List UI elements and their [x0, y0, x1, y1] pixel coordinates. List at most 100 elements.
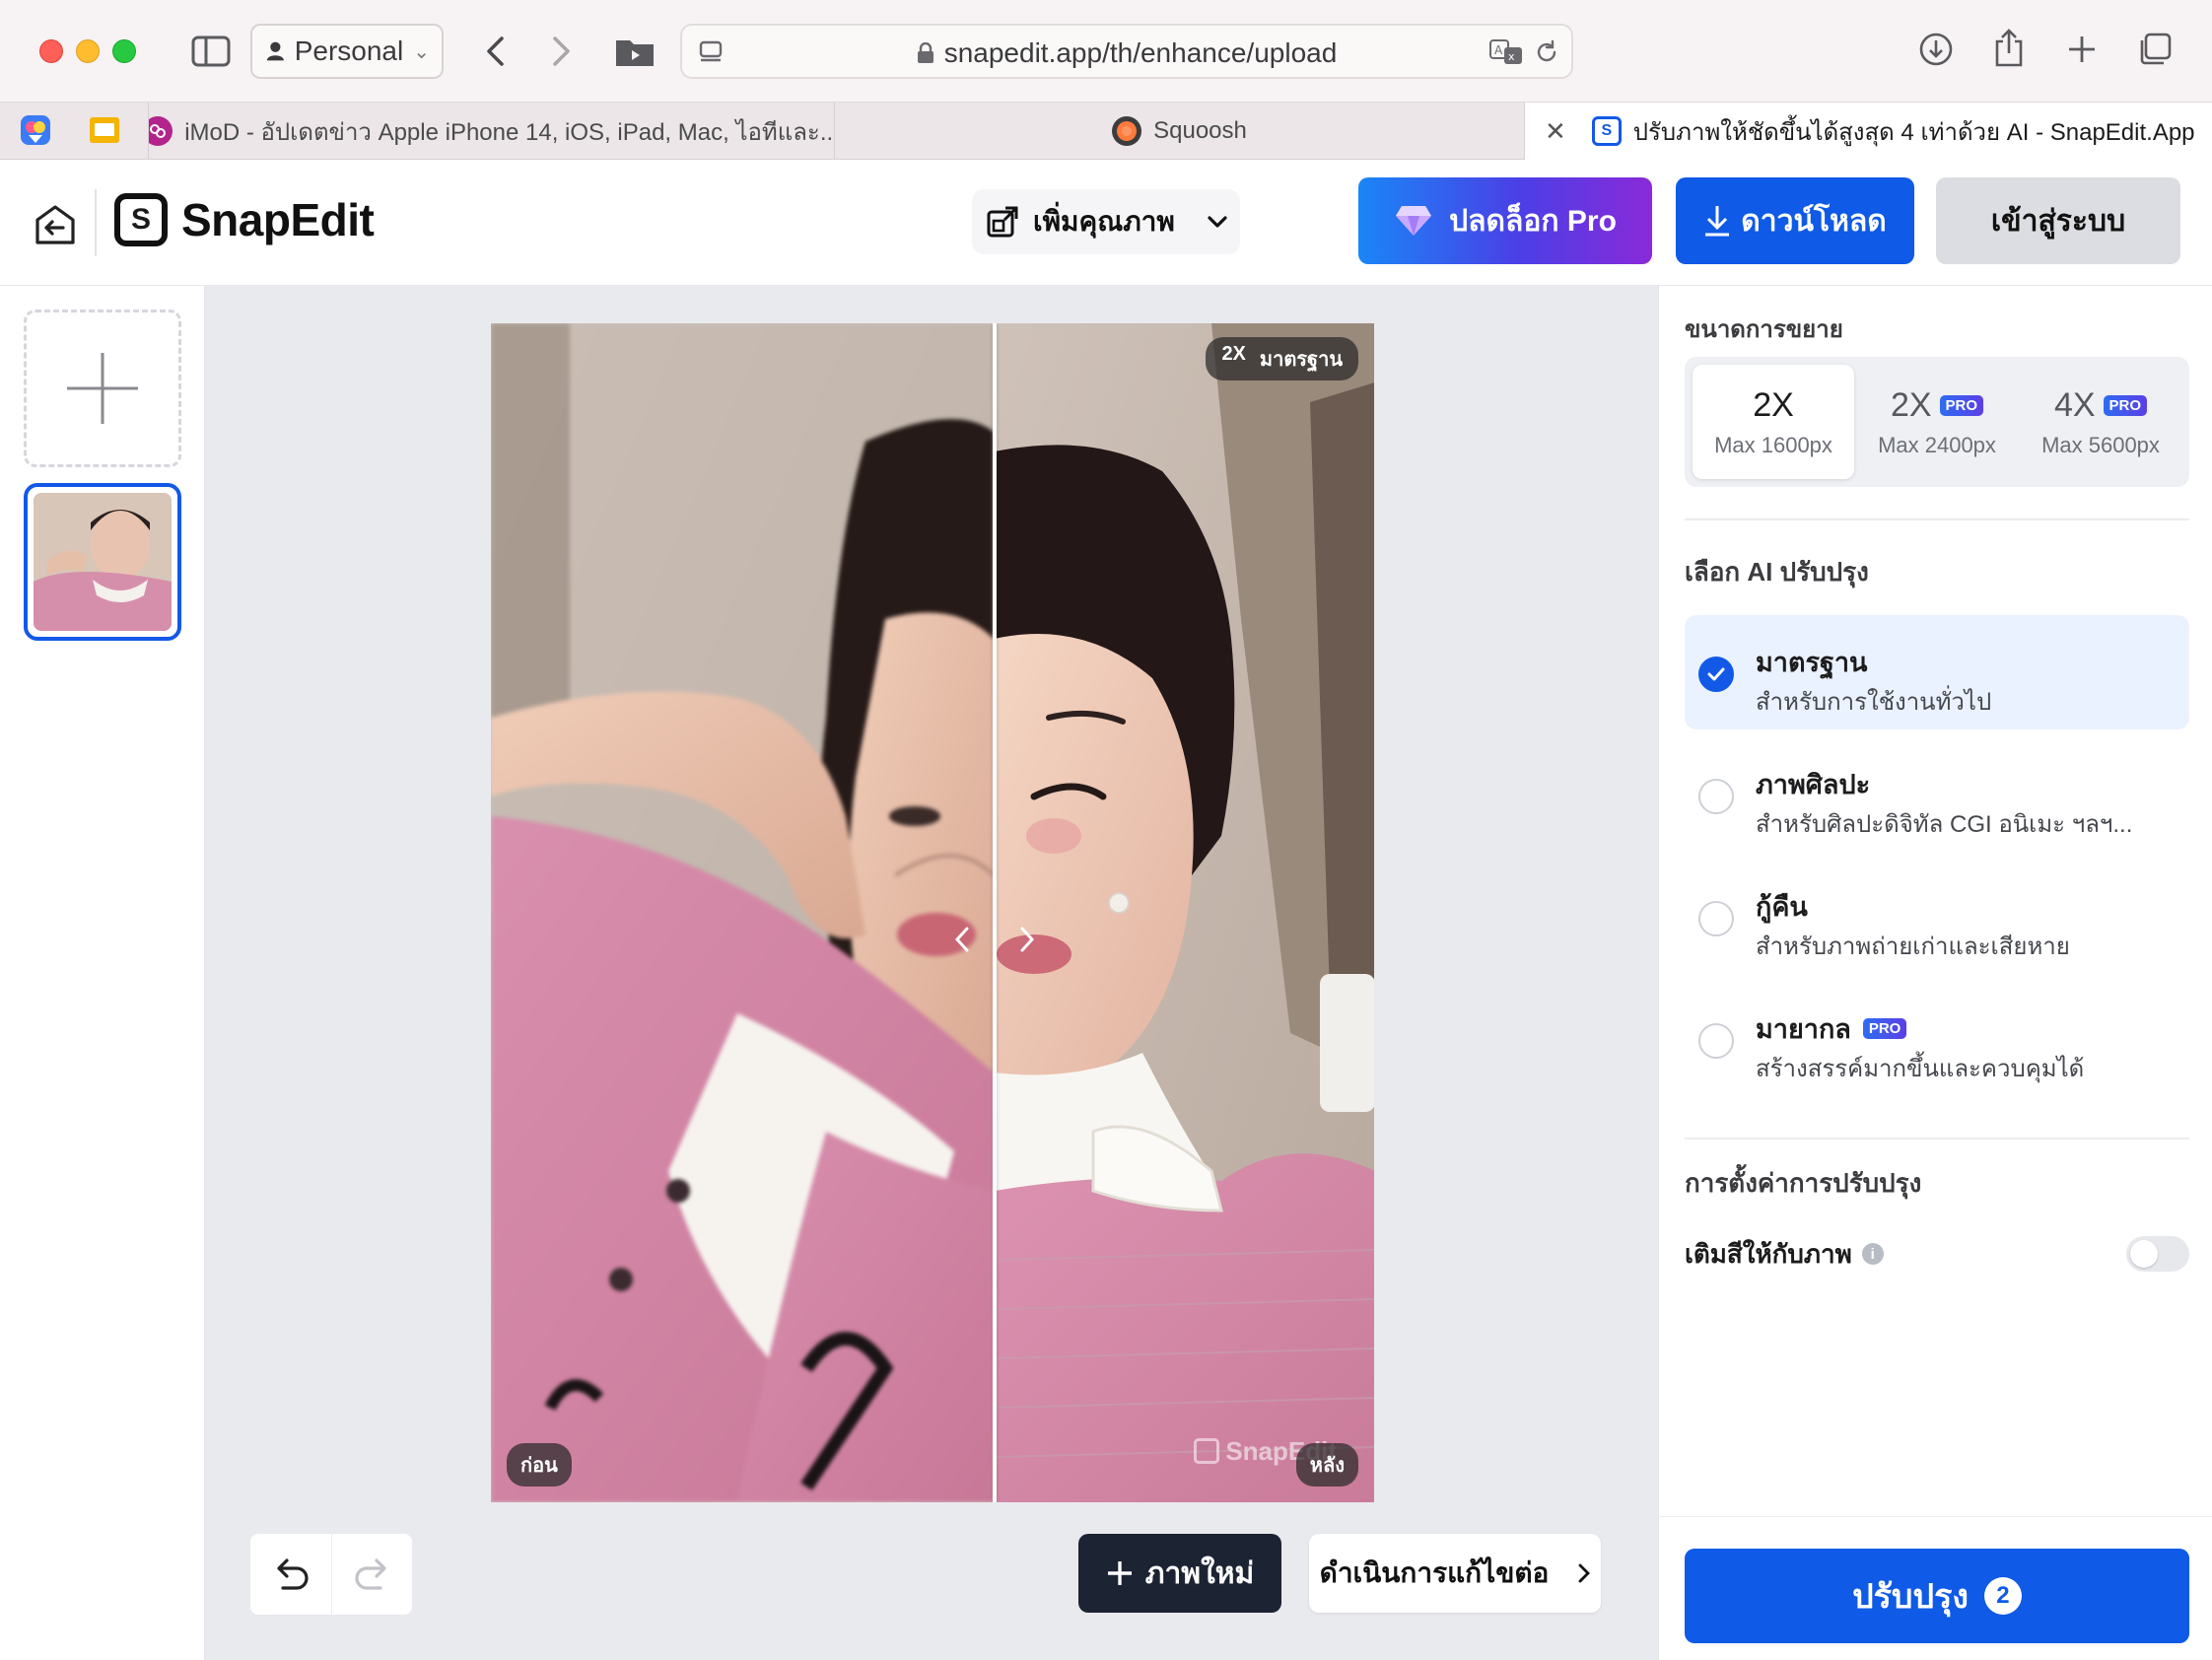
share-icon[interactable] — [1989, 26, 2029, 69]
lock-icon — [917, 41, 933, 63]
colorize-toggle[interactable] — [2126, 1236, 2189, 1272]
ai-title-text: มายากล — [1756, 1014, 1851, 1044]
tab-squoosh[interactable]: Squoosh — [834, 103, 1524, 160]
after-badge: หลัง — [1295, 1443, 1358, 1487]
scale-option-2x-pro[interactable]: 2X PRO Max 2400px — [1856, 365, 2018, 479]
ai-option-art[interactable]: ภาพศิลปะ สำหรับศิลปะดิจิทัล CGI อนิเมะ ฯ… — [1685, 737, 2189, 852]
zoom-window-button[interactable] — [112, 39, 136, 63]
settings-heading: การตั้งค่าการปรับปรุง — [1685, 1168, 1922, 1198]
colorize-setting: เติมสีให้กับภาพ i — [1685, 1234, 2189, 1274]
pinned-tab-2[interactable] — [85, 112, 124, 148]
image-thumbnail[interactable] — [24, 483, 181, 641]
undo-icon — [277, 1558, 309, 1590]
radio-unchecked-icon — [1698, 779, 1734, 814]
thumbnail-sidebar — [0, 286, 205, 1660]
download-icon — [1705, 206, 1730, 237]
logo-mark-icon: S — [114, 193, 168, 246]
scale-value: 4X — [2053, 385, 2096, 424]
tab-title: ปรับภาพให้ชัดขึ้นได้สูงสุด 4 เท่าด้วย AI… — [1632, 118, 2195, 146]
pro-badge: PRO — [2103, 394, 2148, 416]
back-arrow-icon — [35, 205, 75, 244]
slider-left-chevron-icon[interactable] — [947, 925, 977, 954]
url-value: snapedit.app/th/enhance/upload — [943, 37, 1338, 68]
download-label: ดาวน์โหลด — [1741, 204, 1887, 238]
unlock-pro-button[interactable]: ปลดล็อก Pro — [1358, 177, 1652, 264]
ai-option-restore[interactable]: กู้คืน สำหรับภาพถ่ายเก่าและเสียหาย — [1685, 860, 2189, 974]
scale-option-4x-pro[interactable]: 4X PRO Max 5600px — [2020, 365, 2181, 479]
radio-unchecked-icon — [1698, 1023, 1734, 1059]
translate-icon[interactable]: Ax — [1488, 37, 1524, 67]
exit-back-button[interactable] — [34, 203, 77, 246]
before-image — [491, 323, 995, 1502]
downloads-icon[interactable] — [1916, 30, 1956, 69]
badge-scale: 2X — [1221, 343, 1246, 365]
logo-text: SnapEdit — [181, 194, 375, 245]
section-divider — [1685, 519, 2189, 520]
mode-dropdown[interactable]: เพิ่มคุณภาพ — [972, 189, 1240, 254]
slides-icon — [90, 117, 119, 143]
history-controls — [250, 1534, 412, 1615]
back-icon[interactable] — [477, 34, 513, 69]
colorize-label: เติมสีให้กับภาพ — [1685, 1238, 1852, 1269]
scale-option-label: 2X — [1753, 386, 1794, 425]
add-image-button[interactable] — [24, 310, 181, 467]
scale-option-label: 4X PRO — [2053, 385, 2148, 425]
tab-snapedit[interactable]: ✕ S ปรับภาพให้ชัดขึ้นได้สูงสุด 4 เท่าด้ว… — [1524, 103, 2212, 160]
ai-option-standard[interactable]: มาตรฐาน สำหรับการใช้งานทั่วไป — [1685, 615, 2189, 729]
after-image — [995, 323, 1374, 1502]
plus-icon — [67, 353, 138, 424]
radio-checked-icon — [1698, 657, 1734, 692]
scale-heading: ขนาดการขยาย — [1685, 316, 1843, 343]
tab-imod[interactable]: iMoD - อัปเดตข่าว Apple iPhone 14, iOS, … — [148, 103, 834, 160]
download-button[interactable]: ดาวน์โหลด — [1676, 177, 1914, 264]
undo-button[interactable] — [250, 1534, 331, 1615]
forward-icon[interactable] — [544, 34, 580, 69]
address-bar[interactable]: snapedit.app/th/enhance/upload Ax — [680, 24, 1573, 79]
watermark-logo-icon — [1194, 1438, 1220, 1464]
continue-editing-button[interactable]: ดำเนินการแก้ไขต่อ — [1309, 1534, 1601, 1613]
enhance-button[interactable]: ปรับปรุง 2 — [1685, 1549, 2189, 1643]
tab-group-icon[interactable] — [613, 32, 657, 71]
thumbnail-photo — [34, 493, 172, 631]
editor-canvas: 2X มาตรฐาน SnapEdit ก่อน หลัง ภาพใหม่ ดำ… — [205, 286, 1658, 1660]
ai-option-title: มายากล PRO — [1756, 1007, 1907, 1050]
tab-strip: iMoD - อัปเดตข่าว Apple iPhone 14, iOS, … — [0, 103, 2212, 160]
compare-image[interactable]: 2X มาตรฐาน SnapEdit ก่อน หลัง — [491, 323, 1374, 1502]
pro-badge: PRO — [1939, 394, 1984, 416]
ai-option-magic[interactable]: มายากล PRO สร้างสรรค์มากขึ้นและควบคุมได้ — [1685, 982, 2189, 1096]
browser-toolbar: Personal ⌄ snapedit.app/th/enhance/uploa… — [0, 0, 2212, 103]
svg-text:A: A — [1494, 43, 1503, 57]
section-divider — [1685, 1138, 2189, 1140]
redo-button[interactable] — [331, 1534, 412, 1615]
close-window-button[interactable] — [39, 39, 63, 63]
app-header: S SnapEdit เพิ่มคุณภาพ ปลดล็อก Pro ดาวน์… — [0, 160, 2212, 286]
scale-option-max: Max 5600px — [2041, 432, 2160, 457]
new-image-button[interactable]: ภาพใหม่ — [1078, 1534, 1281, 1613]
continue-label: ดำเนินการแก้ไขต่อ — [1319, 1557, 1550, 1588]
mode-label: เพิ่มคุณภาพ — [1033, 206, 1175, 237]
sidebar-toggle-icon[interactable] — [189, 34, 233, 69]
snapedit-favicon-icon: S — [1591, 116, 1622, 146]
ai-option-desc: สร้างสรรค์มากขึ้นและควบคุมได้ — [1756, 1056, 2085, 1082]
tab-overview-icon[interactable] — [2135, 30, 2175, 69]
profile-selector[interactable]: Personal ⌄ — [250, 24, 444, 79]
chevron-down-icon — [1208, 216, 1227, 228]
redo-icon — [354, 1558, 386, 1590]
compare-slider-handle[interactable] — [993, 323, 997, 1502]
snapedit-logo[interactable]: S SnapEdit — [114, 193, 375, 246]
panel-footer: ปรับปรุง 2 — [1659, 1516, 2212, 1660]
login-button[interactable]: เข้าสู่ระบบ — [1936, 177, 2180, 264]
reload-icon[interactable] — [1532, 37, 1561, 67]
pinned-tab-1[interactable] — [16, 112, 55, 148]
ai-heading: เลือก AI ปรับปรุง — [1685, 557, 1869, 587]
ai-title-text: กู้คืน — [1756, 892, 1808, 922]
scale-option-2x[interactable]: 2X Max 1600px — [1693, 365, 1854, 479]
person-icon — [266, 41, 284, 61]
ai-option-title: กู้คืน — [1756, 885, 1808, 928]
tab-close-icon[interactable]: ✕ — [1545, 116, 1566, 147]
slider-right-chevron-icon[interactable] — [1012, 925, 1042, 954]
info-icon[interactable]: i — [1861, 1243, 1884, 1265]
minimize-window-button[interactable] — [76, 39, 100, 63]
new-tab-icon[interactable] — [2062, 30, 2102, 69]
radio-unchecked-icon — [1698, 901, 1734, 936]
